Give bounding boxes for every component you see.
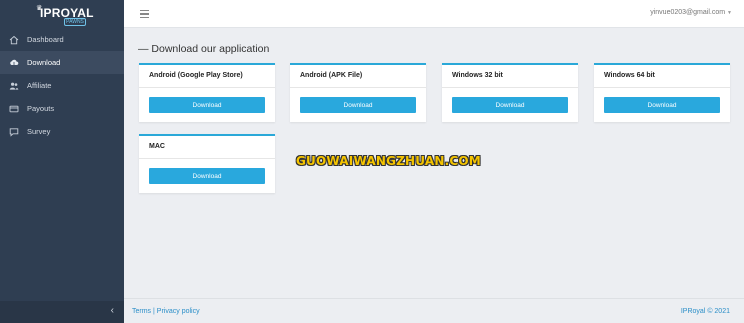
watermark-text: GUOWAIWANGZHUAN.COM [296,154,481,168]
download-card-android-play: Android (Google Play Store) Download [139,63,275,122]
users-icon [8,80,19,91]
user-email: yinvue0203@gmail.com [650,9,726,16]
download-button-android-play[interactable]: Download [149,97,265,113]
sidebar-item-survey[interactable]: Survey [0,120,124,143]
terms-link[interactable]: Terms [132,308,151,315]
survey-icon [8,126,19,137]
sidebar-item-payouts[interactable]: Payouts [0,97,124,120]
download-card-windows-64: Windows 64 bit Download [594,63,730,122]
sidebar-item-affiliate[interactable]: Affiliate [0,74,124,97]
topbar: yinvue0203@gmail.com ▼ [124,0,744,28]
download-button-windows-64[interactable]: Download [604,97,720,113]
sidebar-item-label: Affiliate [27,81,52,90]
sidebar-item-label: Download [27,58,61,67]
download-card-windows-32: Windows 32 bit Download [442,63,578,122]
card-divider [594,87,730,88]
card-divider [442,87,578,88]
footer: Terms | Privacy policy IPRoyal © 2021 [124,298,744,323]
sidebar-collapse-bar[interactable]: ‹ [0,301,124,323]
hamburger-menu-icon[interactable] [140,10,149,18]
sidebar-nav: Dashboard Download Affiliate Payouts Sur… [0,28,124,143]
card-divider [290,87,426,88]
home-icon [8,34,19,45]
caret-down-icon: ▼ [727,10,732,16]
card-title: Windows 32 bit [452,72,503,79]
sidebar-item-label: Payouts [27,104,55,113]
footer-separator: | [153,308,155,315]
card-title: Android (Google Play Store) [149,72,243,79]
card-title: Android (APK File) [300,72,363,79]
sidebar-item-label: Dashboard [27,35,64,44]
card-title: MAC [149,143,165,150]
brand-sub-badge: PAWNS [64,18,86,26]
footer-links: Terms | Privacy policy [132,308,200,315]
iproyal-logo[interactable]: ♛ IPROYAL PAWNS [36,4,93,26]
sidebar-item-dashboard[interactable]: Dashboard [0,28,124,51]
download-card-android-apk: Android (APK File) Download [290,63,426,122]
card-title: Windows 64 bit [604,72,655,79]
sidebar: ♛ IPROYAL PAWNS Dashboard Download Affil… [0,0,124,323]
sidebar-item-download[interactable]: Download [0,51,124,74]
user-menu[interactable]: yinvue0203@gmail.com ▼ [650,9,732,16]
download-button-windows-32[interactable]: Download [452,97,568,113]
download-card-mac: MAC Download [139,134,275,193]
card-divider [139,87,275,88]
cloud-download-icon [8,57,19,68]
sidebar-item-label: Survey [27,127,51,136]
privacy-policy-link[interactable]: Privacy policy [157,308,200,315]
download-button-mac[interactable]: Download [149,168,265,184]
page-title: — Download our application [138,43,270,55]
card-divider [139,158,275,159]
payouts-icon [8,103,19,114]
chevron-left-icon[interactable]: ‹ [111,305,114,316]
copyright-text: IPRoyal © 2021 [680,308,730,315]
download-button-android-apk[interactable]: Download [300,97,416,113]
